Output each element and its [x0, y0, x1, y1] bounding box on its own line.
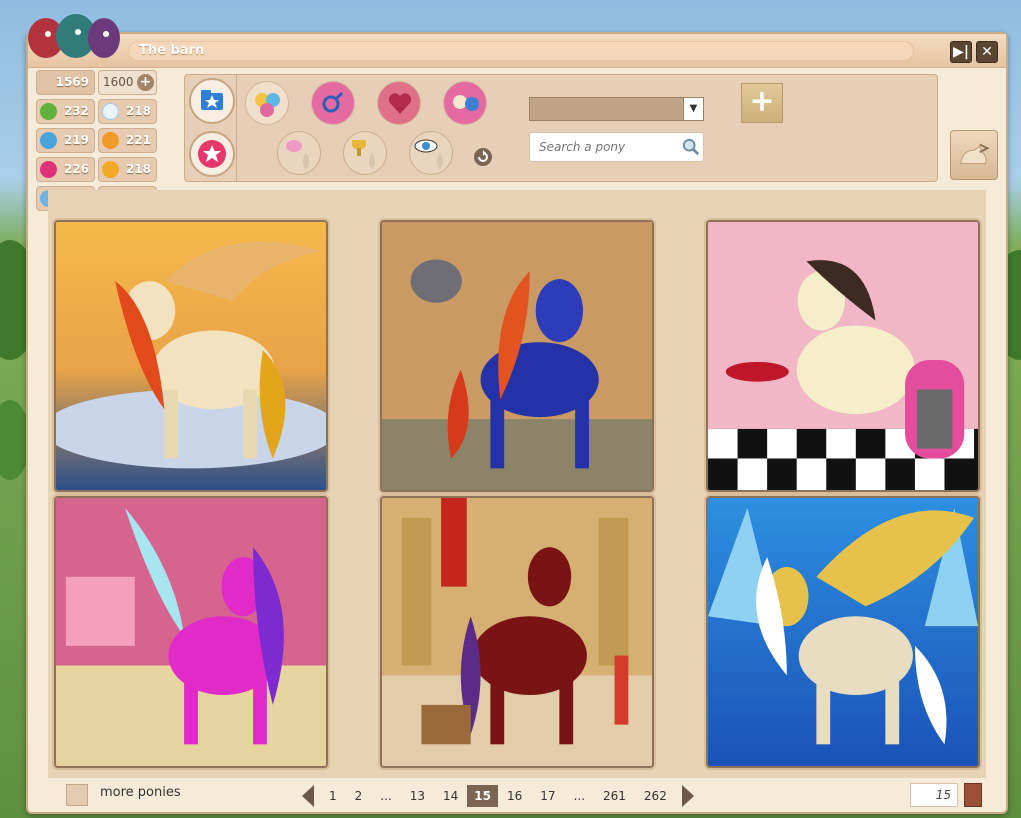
page-link[interactable]: 261 — [594, 785, 635, 807]
stat-trot: 218 — [98, 157, 157, 182]
add-energy-plus-icon[interactable]: + — [137, 74, 154, 91]
side-tabs — [185, 75, 237, 181]
paw-icon — [102, 161, 119, 178]
heart-ring-icon — [388, 93, 412, 114]
search-icon[interactable] — [682, 138, 700, 156]
add-filter-button[interactable]: + — [741, 83, 783, 123]
heart-icon — [40, 161, 57, 178]
dropdown-arrow-icon[interactable]: ▼ — [683, 98, 703, 120]
stat-gallop: 221 — [98, 128, 157, 153]
unicorn-icon — [286, 140, 309, 170]
more-ponies-checkbox[interactable] — [66, 784, 88, 806]
pony-image — [382, 222, 652, 490]
stat-value: 218 — [125, 104, 151, 118]
page-link[interactable]: 16 — [498, 785, 531, 807]
apple-icon — [40, 103, 57, 120]
page-link[interactable]: 262 — [635, 785, 676, 807]
stat-speed: 218 — [98, 99, 157, 124]
energy-stat: 1569 — [36, 70, 95, 95]
pagination: 1 2 ... 13 14 15 16 17 ... 261 262 — [302, 784, 694, 808]
search-input[interactable] — [529, 132, 704, 162]
cloud-icon — [102, 103, 119, 120]
pony-card[interactable] — [54, 220, 328, 492]
game-logo — [28, 14, 120, 58]
next-page-arrow-icon[interactable] — [681, 785, 694, 807]
star-icon — [198, 140, 226, 168]
filter-couple-icon[interactable] — [443, 81, 487, 125]
page-link[interactable]: 14 — [434, 785, 467, 807]
pony-image — [708, 222, 978, 490]
pagination-bar: more ponies 1 2 ... 13 14 15 16 17 ... 2… — [28, 780, 1006, 812]
pony-image — [56, 222, 326, 490]
bubbles-icon — [40, 132, 57, 149]
pony-image — [56, 498, 326, 766]
pony-folder-icon — [960, 143, 990, 165]
page-link[interactable]: 13 — [401, 785, 434, 807]
page-ellipsis: ... — [573, 789, 586, 803]
close-icon[interactable]: ✕ — [976, 41, 998, 63]
stat-value: 219 — [63, 133, 89, 147]
folder-tab[interactable] — [189, 78, 235, 124]
current-page: 15 — [467, 785, 498, 807]
refresh-icon[interactable] — [473, 147, 493, 167]
prev-page-arrow-icon[interactable] — [302, 785, 314, 807]
move-pony-folder-button[interactable] — [950, 130, 998, 180]
favorites-tab[interactable] — [189, 131, 235, 177]
pony-grid — [48, 190, 986, 778]
pony-card[interactable] — [380, 496, 654, 768]
goto-page-input[interactable]: 15 — [910, 783, 958, 807]
folder-icon — [201, 90, 223, 110]
trophy-icon — [352, 140, 375, 170]
window-title: The barn — [128, 41, 914, 61]
energy-max-value: 1600 — [103, 75, 134, 89]
pony-image — [382, 498, 652, 766]
unicorn-slot[interactable] — [277, 131, 321, 175]
energy-max-stat: 1600 + — [98, 70, 157, 95]
filter-toolbar: ▼ + — [184, 74, 938, 182]
page-link[interactable]: 17 — [531, 785, 564, 807]
page-link[interactable]: 1 — [320, 785, 346, 807]
stat-stamina: 232 — [36, 99, 95, 124]
goto-page-button[interactable] — [964, 783, 982, 807]
filter-select[interactable]: ▼ — [529, 97, 704, 121]
stat-value: 226 — [63, 162, 89, 176]
page-ellipsis: ... — [380, 789, 392, 803]
stat-dressage: 219 — [36, 128, 95, 153]
filter-type-icon[interactable] — [245, 81, 289, 125]
more-ponies-label: more ponies — [100, 785, 181, 800]
stat-value: 232 — [63, 104, 89, 118]
color-circles-icon — [255, 93, 280, 117]
plus-icon: + — [749, 84, 775, 119]
eye-icon — [414, 139, 443, 170]
gender-icon — [322, 91, 344, 113]
fire-icon — [102, 132, 119, 149]
pony-card[interactable] — [380, 220, 654, 492]
pony-couple-icon — [453, 95, 479, 111]
trophy-slot[interactable] — [343, 131, 387, 175]
stat-value: 221 — [125, 133, 151, 147]
stat-love: 226 — [36, 157, 95, 182]
page-link[interactable]: 2 — [346, 785, 372, 807]
barn-window: The barn ▶| ✕ 1569 1600 + 232 218 219 22… — [26, 14, 1008, 814]
stat-value: 218 — [125, 162, 151, 176]
filter-gender-icon[interactable] — [311, 81, 355, 125]
pony-card[interactable] — [706, 496, 980, 768]
pony-card[interactable] — [54, 496, 328, 768]
pony-image — [708, 498, 978, 766]
filter-love-icon[interactable] — [377, 81, 421, 125]
window-titlebar: The barn ▶| ✕ — [28, 14, 1006, 68]
eye-slot[interactable] — [409, 131, 453, 175]
pony-card[interactable] — [706, 220, 980, 492]
resize-icon[interactable]: ▶| — [950, 41, 972, 63]
